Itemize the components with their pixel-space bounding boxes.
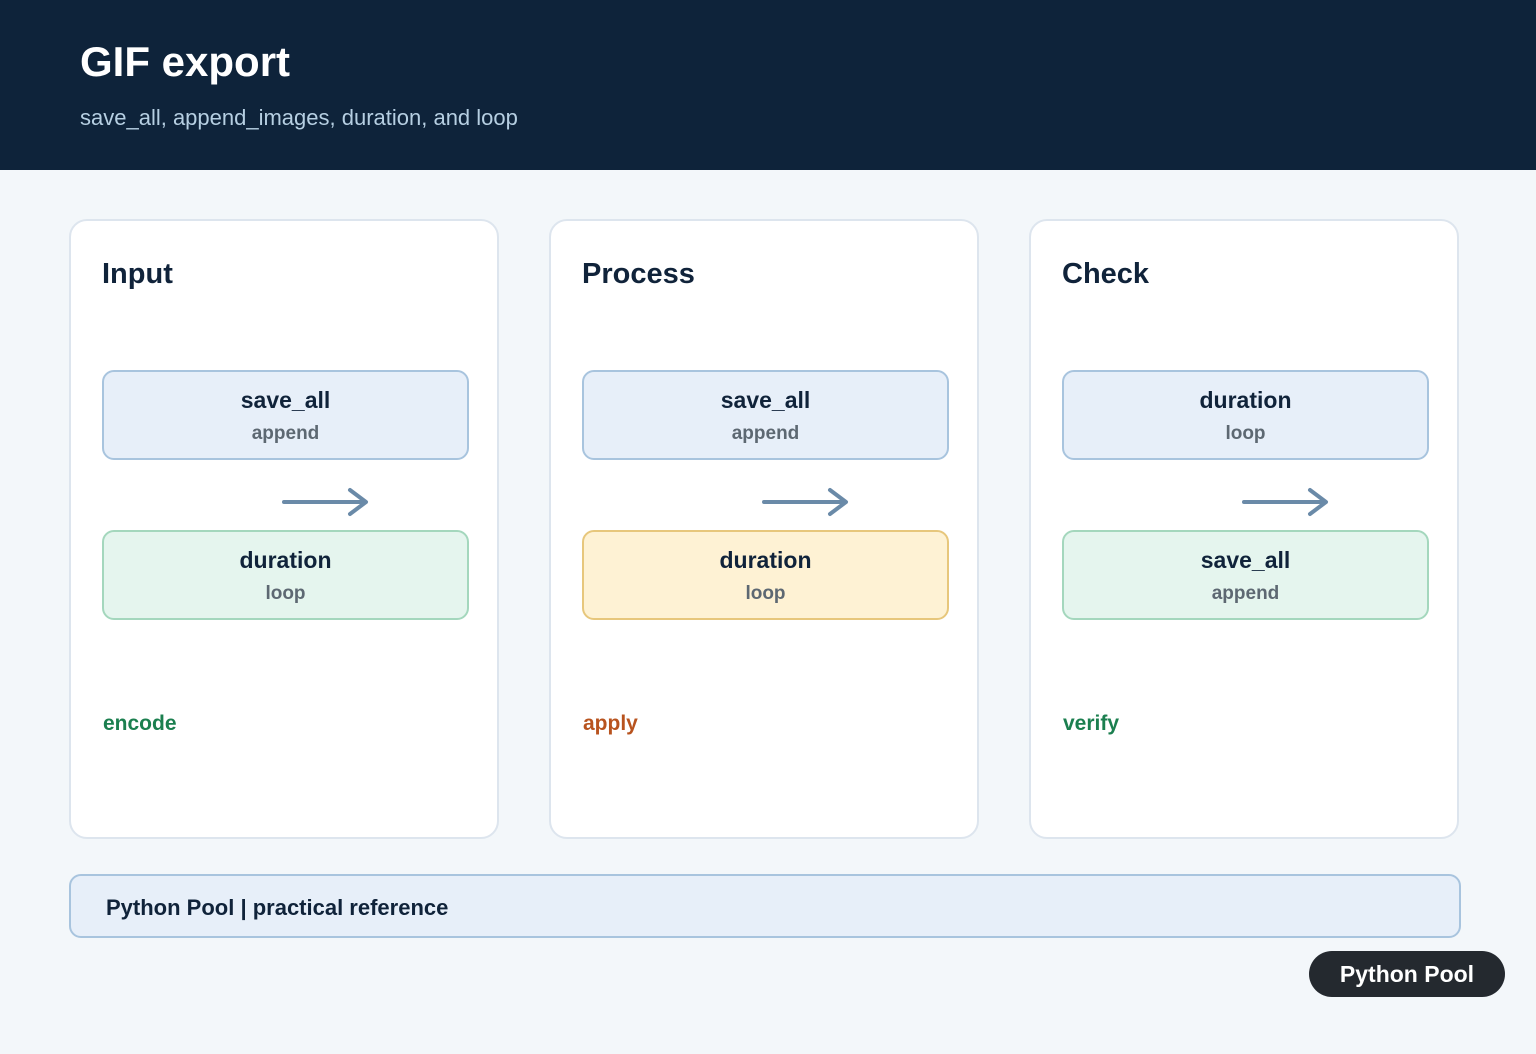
panel-step-label: apply <box>583 712 638 735</box>
page-title: GIF export <box>80 38 291 85</box>
flow-box-sublabel: append <box>731 423 800 444</box>
flow-box-label: save_all <box>240 387 331 413</box>
panel-title: Check <box>1062 258 1150 290</box>
page-subtitle: save_all, append_images, duration, and l… <box>80 105 518 130</box>
flow-box-sublabel: loop <box>265 583 306 604</box>
flow-box-label: duration <box>719 547 812 573</box>
panel-title: Input <box>102 258 173 290</box>
arrow-right-icon <box>1242 488 1328 516</box>
flow-box-sublabel: loop <box>745 583 786 604</box>
panel-input: Input save_all append duration loop enco… <box>69 219 499 839</box>
panel-process: Process save_all append duration loop ap… <box>549 219 979 839</box>
panel-title: Process <box>582 258 695 290</box>
flow-box-sublabel: append <box>251 423 320 444</box>
flow-box-top: duration loop <box>1062 370 1429 460</box>
flow-box-top: save_all append <box>582 370 949 460</box>
arrow-right-icon <box>282 488 368 516</box>
flow-box-label: duration <box>239 547 332 573</box>
flow-box-label: save_all <box>1200 547 1291 573</box>
header: GIF export save_all, append_images, dura… <box>0 0 1536 170</box>
flow-box-top: save_all append <box>102 370 469 460</box>
flow-box-bottom: duration loop <box>582 530 949 620</box>
brand-badge: Python Pool <box>1309 951 1505 997</box>
flow-box-label: duration <box>1199 387 1292 413</box>
panel-check: Check duration loop save_all append veri… <box>1029 219 1459 839</box>
flow-box-sublabel: loop <box>1225 423 1266 444</box>
panel-step-label: encode <box>103 712 177 735</box>
footer-text: Python Pool | practical reference <box>106 895 449 920</box>
footer-bar: Python Pool | practical reference <box>69 874 1461 938</box>
arrow-right-icon <box>762 488 848 516</box>
flow-box-sublabel: append <box>1211 583 1280 604</box>
flow-box-label: save_all <box>720 387 811 413</box>
panel-step-label: verify <box>1063 712 1120 735</box>
flow-box-bottom: duration loop <box>102 530 469 620</box>
flow-box-bottom: save_all append <box>1062 530 1429 620</box>
